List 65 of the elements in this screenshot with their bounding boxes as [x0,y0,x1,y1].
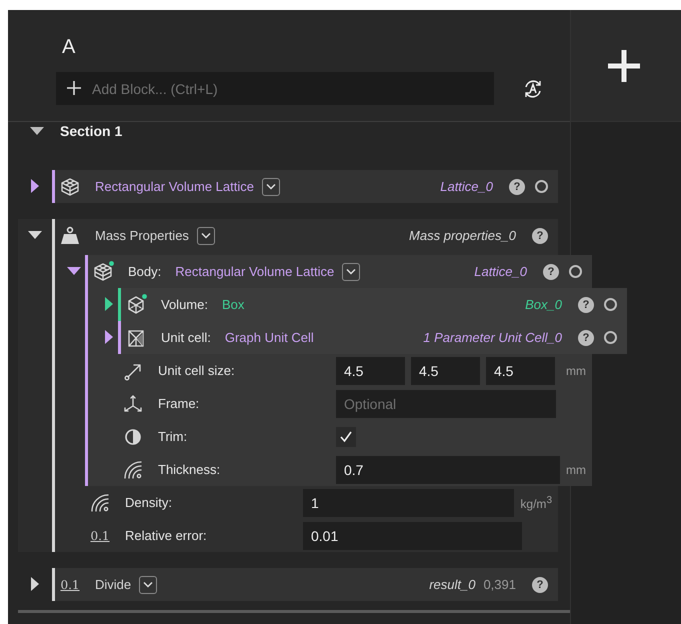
block-type: Rectangular Volume Lattice [175,264,334,279]
toggle-icon[interactable] [535,180,548,193]
input-field[interactable]: 4.5 [411,356,480,384]
checkbox[interactable] [336,426,356,446]
field-label: Unit cell size: [158,363,236,378]
field-label: Frame: [158,396,200,411]
unit-label: kg/m$^{3}$ [520,494,552,510]
output-name: Lattice_0 [474,264,527,279]
chevron-icon [346,268,356,275]
chevron-icon [143,581,154,588]
block-type: Box [222,297,244,312]
arcs-icon [89,492,111,514]
chevron-icon [266,183,276,190]
arcs-icon [122,458,144,480]
help-button[interactable]: ? [543,264,559,280]
unit-label: mm [566,462,586,476]
block-label: Mass Properties [95,228,189,243]
input-field[interactable]: 4.5 [486,356,555,384]
block-label: Unit cell: [161,330,211,345]
panel-title: A [62,36,76,60]
block-label: Volume: [161,297,208,312]
input-field[interactable]: 4.5 [336,356,405,384]
help-button[interactable]: ? [532,576,548,592]
output-name: 1 Parameter Unit Cell_0 [423,330,562,345]
lattice-cube-icon [59,176,81,198]
help-button[interactable]: ? [578,296,594,312]
dropdown-button[interactable] [262,178,280,196]
toggle-icon[interactable] [569,265,582,278]
toggle-icon[interactable] [604,298,617,311]
toggle-icon[interactable] [604,331,617,344]
dropdown-button[interactable] [196,226,215,244]
field-label: Relative error: [125,528,208,543]
input-field[interactable]: 0.7 [336,456,560,484]
unit-label: mm [566,364,586,378]
output-name: Lattice_0 [440,179,493,194]
input-field[interactable]: Optional [336,390,556,418]
block-label: Rectangular Volume Lattice [95,179,254,194]
decimal-label: 0.1 [59,578,81,592]
weight-icon [59,224,81,246]
dropdown-button[interactable] [139,576,158,594]
help-button[interactable]: ? [532,228,548,244]
help-button[interactable]: ? [578,330,594,346]
input-field[interactable]: 1 [303,488,514,516]
plus-icon [66,80,82,96]
field-label: Trim: [158,429,188,444]
field-label: Density: [125,495,173,510]
check-icon [339,430,353,444]
block-type: Graph Unit Cell [224,330,314,345]
output-name: Mass properties_0 [409,228,516,243]
output-name: Box_0 [525,297,562,312]
caret-icon[interactable] [30,126,44,136]
result-value: 0,391 [483,577,516,592]
add-icon[interactable] [606,48,642,84]
chevron-icon [200,232,211,239]
help-button[interactable]: ? [509,178,525,194]
axes-icon [122,392,144,414]
field-label: Thickness: [158,462,222,477]
input-field[interactable]: 0.01 [303,522,522,550]
section-label[interactable]: Section 1 [60,123,122,139]
block-label: Divide [95,577,132,592]
decimal-label: 0.1 [89,528,111,542]
block-label: Body: [128,264,162,279]
add-block-field[interactable]: Add Block... (Ctrl+L) [56,72,494,105]
dropdown-button[interactable] [342,262,360,280]
output-name: result_0 [429,577,476,592]
